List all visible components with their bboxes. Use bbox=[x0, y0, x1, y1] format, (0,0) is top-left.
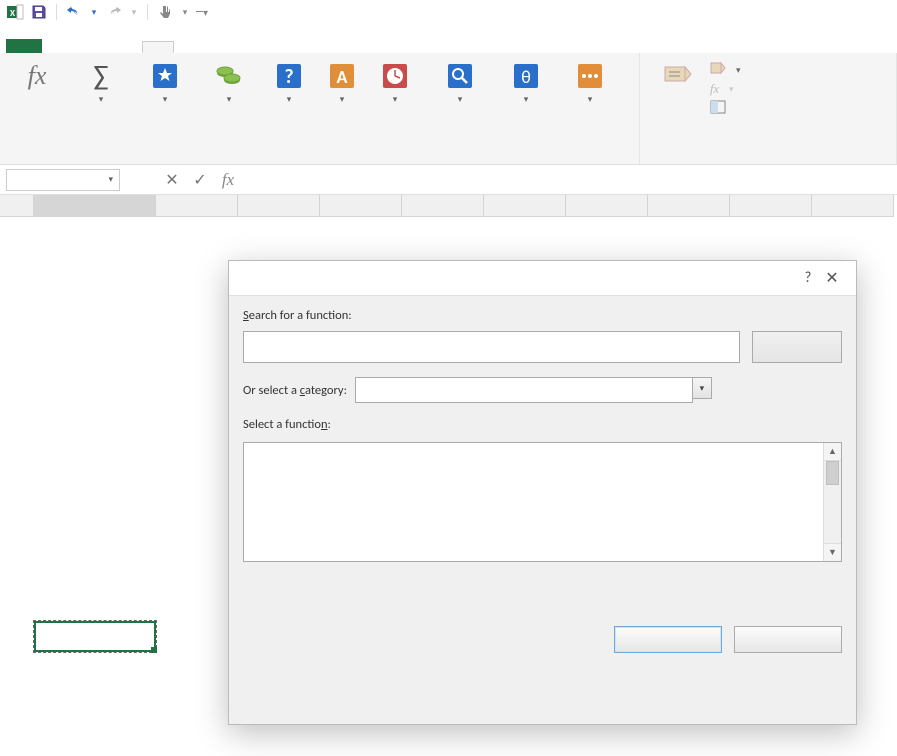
search-input[interactable] bbox=[243, 331, 740, 363]
autosum-button[interactable]: ∑ ▾ bbox=[70, 57, 132, 105]
column-header[interactable] bbox=[156, 195, 238, 217]
formula-bar: ▾ ✕ ✓ fx bbox=[0, 165, 897, 195]
tag-small-icon bbox=[710, 61, 726, 79]
theta-icon: θ bbox=[509, 59, 543, 93]
column-header[interactable] bbox=[238, 195, 320, 217]
tab-file[interactable] bbox=[6, 39, 42, 53]
tab-view[interactable] bbox=[238, 42, 270, 53]
excel-icon: X bbox=[6, 3, 24, 21]
letter-a-icon: A bbox=[325, 59, 359, 93]
tab-formulas[interactable] bbox=[142, 41, 174, 53]
column-header[interactable] bbox=[648, 195, 730, 217]
title-bar: X ▾ ▾ ▾ ▾ bbox=[0, 0, 897, 24]
lookup-reference-button[interactable]: ▾ bbox=[424, 57, 496, 105]
x-icon: ✕ bbox=[165, 170, 178, 190]
star-icon bbox=[148, 59, 182, 93]
help-icon[interactable]: ? bbox=[796, 269, 820, 287]
function-listbox[interactable]: ▲ ▼ bbox=[243, 442, 842, 562]
ok-button[interactable] bbox=[614, 626, 722, 653]
name-manager-button[interactable] bbox=[646, 57, 708, 95]
cancel-entry-button[interactable]: ✕ bbox=[158, 169, 186, 191]
question-icon: ? bbox=[272, 59, 306, 93]
undo-icon[interactable] bbox=[65, 3, 83, 21]
column-header[interactable] bbox=[34, 195, 156, 217]
column-header[interactable] bbox=[402, 195, 484, 217]
redo-dropdown-icon[interactable]: ▾ bbox=[129, 3, 139, 21]
coins-icon bbox=[212, 59, 246, 93]
clock-icon bbox=[378, 59, 412, 93]
logical-button[interactable]: ? ▾ bbox=[262, 57, 316, 105]
touch-dropdown-icon[interactable]: ▾ bbox=[180, 3, 190, 21]
dialog-titlebar[interactable]: ? ✕ bbox=[229, 261, 856, 295]
svg-text:θ: θ bbox=[521, 66, 531, 88]
fx-icon: fx bbox=[222, 170, 234, 190]
column-header[interactable] bbox=[566, 195, 648, 217]
tab-review[interactable] bbox=[206, 42, 238, 53]
undo-dropdown-icon[interactable]: ▾ bbox=[89, 3, 99, 21]
text-button[interactable]: A ▾ bbox=[318, 57, 366, 105]
go-button[interactable] bbox=[752, 331, 842, 363]
svg-text:X: X bbox=[10, 8, 15, 19]
create-from-selection-button[interactable] bbox=[710, 100, 741, 118]
tab-data[interactable] bbox=[174, 42, 206, 53]
tag-icon bbox=[660, 59, 694, 93]
chevron-down-icon[interactable]: ▾ bbox=[108, 174, 113, 185]
save-icon[interactable] bbox=[30, 3, 48, 21]
quick-access-toolbar: X ▾ ▾ ▾ ▾ bbox=[6, 3, 208, 21]
search-label: Search for a function: bbox=[243, 308, 842, 323]
group-label-defined-names bbox=[646, 159, 890, 164]
active-cell-indicator bbox=[34, 621, 156, 652]
cancel-button[interactable] bbox=[734, 626, 842, 653]
scroll-down-icon[interactable]: ▼ bbox=[824, 543, 841, 561]
column-header[interactable] bbox=[320, 195, 402, 217]
svg-text:?: ? bbox=[284, 65, 293, 89]
insert-function-dialog: ? ✕ Search for a function: Or select a c… bbox=[228, 260, 857, 725]
fx-icon: fx bbox=[20, 59, 54, 93]
select-function-label: Select a function: bbox=[243, 417, 842, 432]
category-label: Or select a category: bbox=[243, 383, 347, 398]
search-icon bbox=[443, 59, 477, 93]
ribbon: fx ∑ ▾ ▾ ▾ ? ▾ A ▾ bbox=[0, 53, 897, 165]
create-selection-icon bbox=[710, 100, 726, 118]
tab-insert[interactable] bbox=[78, 42, 110, 53]
insert-fx-button[interactable]: fx bbox=[214, 169, 242, 191]
scroll-thumb[interactable] bbox=[826, 461, 839, 485]
marching-ants bbox=[34, 621, 156, 652]
tab-page-layout[interactable] bbox=[110, 42, 142, 53]
ribbon-tabs bbox=[0, 24, 897, 53]
category-select[interactable] bbox=[355, 377, 693, 403]
scroll-up-icon[interactable]: ▲ bbox=[824, 443, 841, 461]
enter-entry-button[interactable]: ✓ bbox=[186, 169, 214, 191]
column-header[interactable] bbox=[484, 195, 566, 217]
customize-qat-icon[interactable]: ▾ bbox=[196, 3, 208, 21]
redo-icon[interactable] bbox=[105, 3, 123, 21]
column-header[interactable] bbox=[812, 195, 894, 217]
check-icon: ✓ bbox=[193, 170, 206, 190]
scrollbar[interactable]: ▲ ▼ bbox=[823, 443, 841, 561]
more-functions-button[interactable]: ▾ bbox=[556, 57, 624, 105]
tab-home[interactable] bbox=[46, 42, 78, 53]
insert-function-button[interactable]: fx bbox=[6, 57, 68, 95]
math-trig-button[interactable]: θ ▾ bbox=[498, 57, 554, 105]
svg-text:A: A bbox=[337, 66, 348, 88]
recently-used-button[interactable]: ▾ bbox=[134, 57, 196, 105]
fx-small-icon: fx bbox=[710, 82, 719, 97]
name-box[interactable]: ▾ bbox=[6, 169, 120, 191]
ellipsis-icon bbox=[573, 59, 607, 93]
close-icon[interactable]: ✕ bbox=[820, 268, 844, 288]
use-in-formula-button[interactable]: fx ▾ bbox=[710, 82, 741, 97]
date-time-button[interactable]: ▾ bbox=[368, 57, 422, 105]
chevron-down-icon[interactable]: ▾ bbox=[692, 377, 712, 399]
group-label-function-library bbox=[6, 159, 633, 164]
sigma-icon: ∑ bbox=[84, 59, 118, 93]
touch-mode-icon[interactable] bbox=[156, 3, 174, 21]
financial-button[interactable]: ▾ bbox=[198, 57, 260, 105]
define-name-button[interactable]: ▾ bbox=[710, 61, 741, 79]
column-header[interactable] bbox=[730, 195, 812, 217]
select-all-corner[interactable] bbox=[0, 195, 34, 217]
